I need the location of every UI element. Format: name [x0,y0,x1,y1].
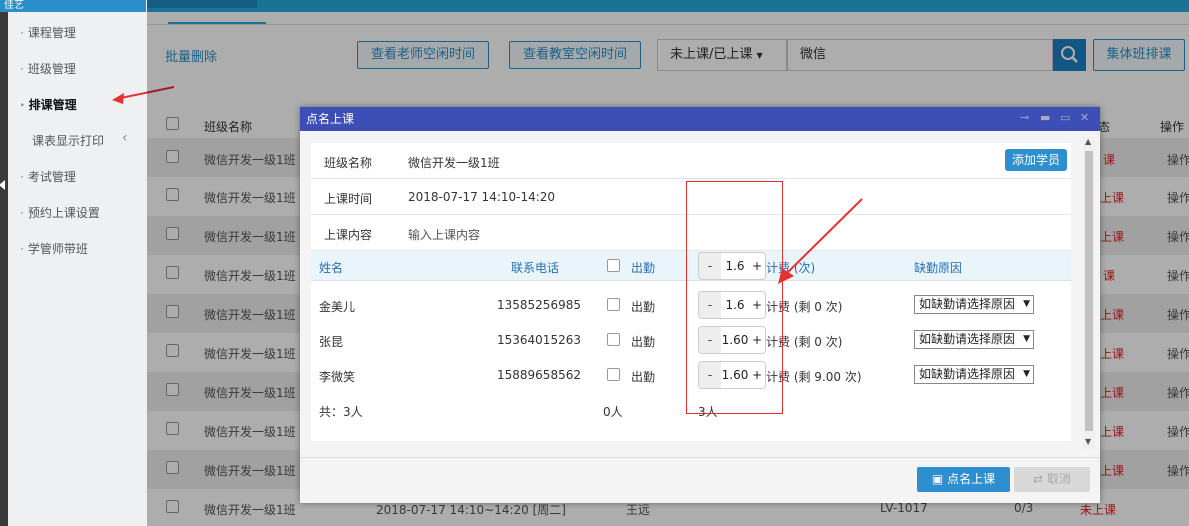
sidebar-item-label: 课表显示打印 [32,134,105,148]
sidebar [8,0,147,526]
annotation-highlight-box [686,181,783,414]
cancel-button-label: 取消 [1046,472,1071,486]
sidebar-item-label: 考试管理 [27,170,76,184]
brand-logo: 佳艺 [0,0,146,12]
sidebar-item-class[interactable]: · 班级管理 [20,60,76,77]
cancel-icon: ⇄ [1033,472,1044,486]
attend-label: 出勤 [631,300,656,314]
maximize-icon[interactable]: ▭ [1060,112,1070,124]
class-name-label: 班级名称 [324,156,373,170]
close-icon[interactable]: ✕ [1080,112,1089,124]
scrollbar-thumb[interactable] [1085,151,1093,431]
roll-call-button-label: 点名上课 [947,472,996,486]
absence-reason-select[interactable]: 如缺勤请选择原因 ▼ [914,295,1034,314]
sidebar-item-label: 课程管理 [27,26,76,40]
caret-down-icon: ▼ [1023,334,1030,344]
student-phone: 15889658562 [497,368,581,382]
annotation-arrow-icon [778,198,863,284]
class-time-label: 上课时间 [324,192,373,206]
absence-reason-select[interactable]: 如缺勤请选择原因 ▼ [914,365,1034,384]
attend-all-checkbox[interactable] [607,259,620,272]
absence-reason-select[interactable]: 如缺勤请选择原因 ▼ [914,330,1034,349]
class-time-value: 2018-07-17 14:10-14:20 [408,190,556,204]
sidebar-item-label: 班级管理 [27,62,76,76]
student-name: 金美儿 [319,300,356,314]
sidebar-item-booking[interactable]: · 预约上课设置 [20,204,100,221]
absence-reason-value: 如缺勤请选择原因 [919,367,1016,381]
left-dark-edge [0,0,8,526]
add-student-button[interactable]: 添加学员 [1005,149,1067,171]
sidebar-pointer [0,180,5,190]
attend-checkbox[interactable] [607,298,620,311]
sidebar-item-tutor[interactable]: · 学管师带班 [20,240,88,257]
caret-down-icon: ▼ [1023,369,1030,379]
class-name-value: 微信开发一级1班 [408,156,500,170]
roll-call-button[interactable]: ▣ 点名上课 [917,467,1010,492]
pin-icon[interactable]: ⊸ [1020,112,1029,124]
sidebar-item-label: 学管师带班 [27,242,88,256]
class-content-label: 上课内容 [324,228,373,242]
dialog-title: 点名上课 [306,112,355,126]
student-phone: 13585256985 [497,298,581,312]
attended-count: 0人 [603,405,623,419]
chevron-left-icon[interactable]: ‹ [122,130,128,146]
sidebar-item-course[interactable]: · 课程管理 [20,24,76,41]
save-icon: ▣ [931,472,944,486]
scroll-down-icon[interactable]: ▼ [1085,437,1091,446]
column-absence-reason: 缺勤原因 [914,261,963,275]
absence-reason-value: 如缺勤请选择原因 [919,297,1016,311]
absence-reason-value: 如缺勤请选择原因 [919,332,1016,346]
class-content-input[interactable]: 输入上课内容 [408,226,480,243]
column-phone: 联系电话 [511,261,560,275]
dialog-title-bar: 点名上课 [300,107,1100,131]
caret-down-icon: ▼ [1023,299,1030,309]
attend-checkbox[interactable] [607,333,620,346]
sidebar-item-exam[interactable]: · 考试管理 [20,168,76,185]
column-name: 姓名 [319,261,344,275]
attend-checkbox[interactable] [607,368,620,381]
sidebar-item-label: 排课管理 [28,98,77,112]
minimize-icon[interactable]: ▬ [1040,112,1050,124]
class-name-row: 班级名称 微信开发一级1班 添加学员 [311,143,1071,179]
total-count: 共：3人 [319,405,363,419]
student-name: 张昆 [319,335,344,349]
attend-label: 出勤 [631,370,656,384]
scroll-up-icon[interactable]: ▲ [1085,137,1091,146]
student-phone: 15364015263 [497,333,581,347]
cancel-button[interactable]: ⇄ 取消 [1014,467,1090,492]
student-name: 李微笑 [319,370,356,384]
attend-label: 出勤 [631,335,656,349]
sidebar-item-label: 预约上课设置 [27,206,100,220]
sidebar-item-schedule[interactable]: · 排课管理 [20,96,77,113]
sidebar-item-timetable-print[interactable]: 课表显示打印 [32,132,104,149]
dialog-footer-divider [300,457,1100,458]
column-attend: 出勤 [631,261,656,275]
